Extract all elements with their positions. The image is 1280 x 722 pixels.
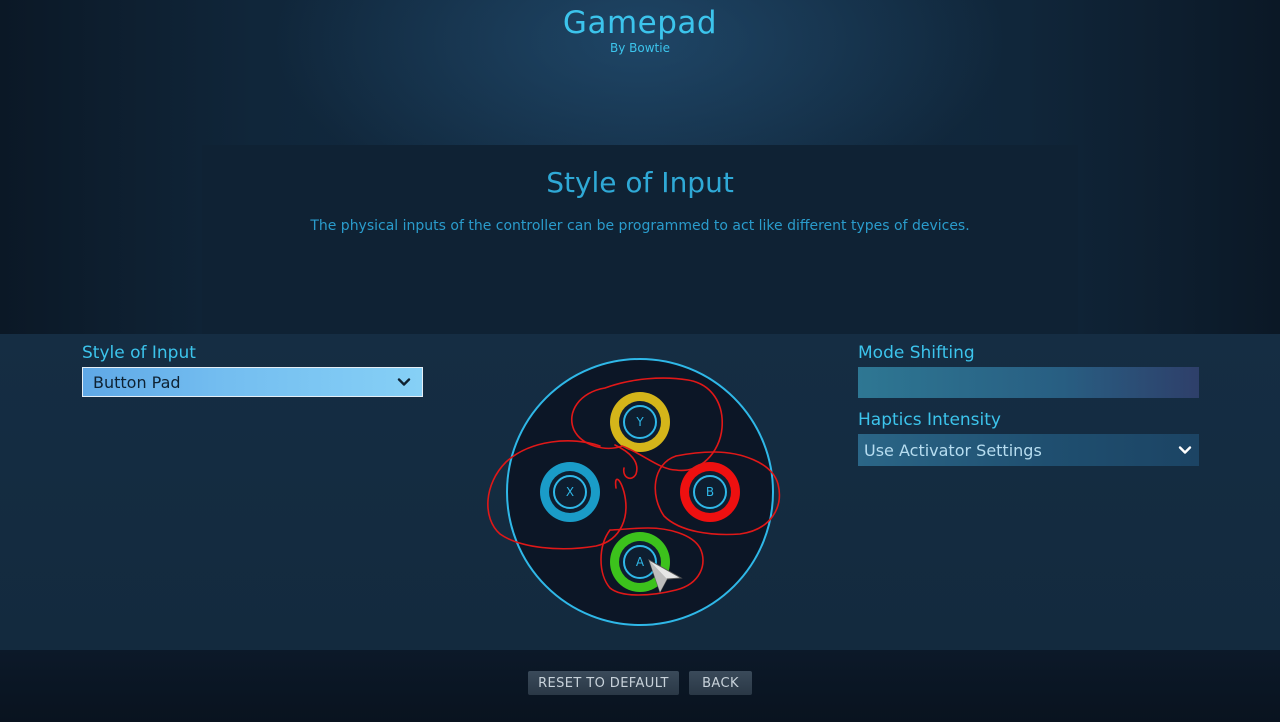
- chevron-down-icon: [1178, 446, 1192, 454]
- haptics-intensity-value: Use Activator Settings: [864, 440, 1042, 460]
- mode-shifting-label: Mode Shifting: [858, 343, 975, 363]
- pad-button-b-label: B: [693, 475, 727, 509]
- config-title: Gamepad: [562, 5, 718, 41]
- pad-button-a[interactable]: A: [610, 532, 670, 592]
- pad-button-x-label: X: [553, 475, 587, 509]
- pad-button-a-label: A: [623, 545, 657, 579]
- haptics-intensity-dropdown[interactable]: Use Activator Settings: [858, 434, 1199, 466]
- info-panel: Style of Input The physical inputs of th…: [202, 145, 1078, 335]
- style-of-input-value: Button Pad: [93, 372, 181, 392]
- back-button[interactable]: BACK: [689, 671, 752, 695]
- button-pad-diagram: Y X B A: [504, 356, 776, 628]
- info-description: The physical inputs of the controller ca…: [310, 218, 970, 234]
- header: Gamepad By Bowtie: [0, 4, 1280, 55]
- pad-button-x[interactable]: X: [540, 462, 600, 522]
- chevron-down-icon: [397, 378, 411, 386]
- config-author: By Bowtie: [610, 41, 670, 55]
- style-of-input-label: Style of Input: [82, 343, 196, 363]
- style-of-input-dropdown[interactable]: Button Pad: [82, 367, 423, 397]
- pad-button-y[interactable]: Y: [610, 392, 670, 452]
- reset-to-default-button[interactable]: RESET TO DEFAULT: [528, 671, 679, 695]
- pad-button-b[interactable]: B: [680, 462, 740, 522]
- pad-button-y-label: Y: [623, 405, 657, 439]
- mode-shifting-button[interactable]: [858, 367, 1199, 398]
- haptics-intensity-label: Haptics Intensity: [858, 410, 1001, 430]
- gamepad-config-screen: Gamepad By Bowtie Style of Input The phy…: [0, 0, 1280, 722]
- info-title: Style of Input: [546, 166, 734, 199]
